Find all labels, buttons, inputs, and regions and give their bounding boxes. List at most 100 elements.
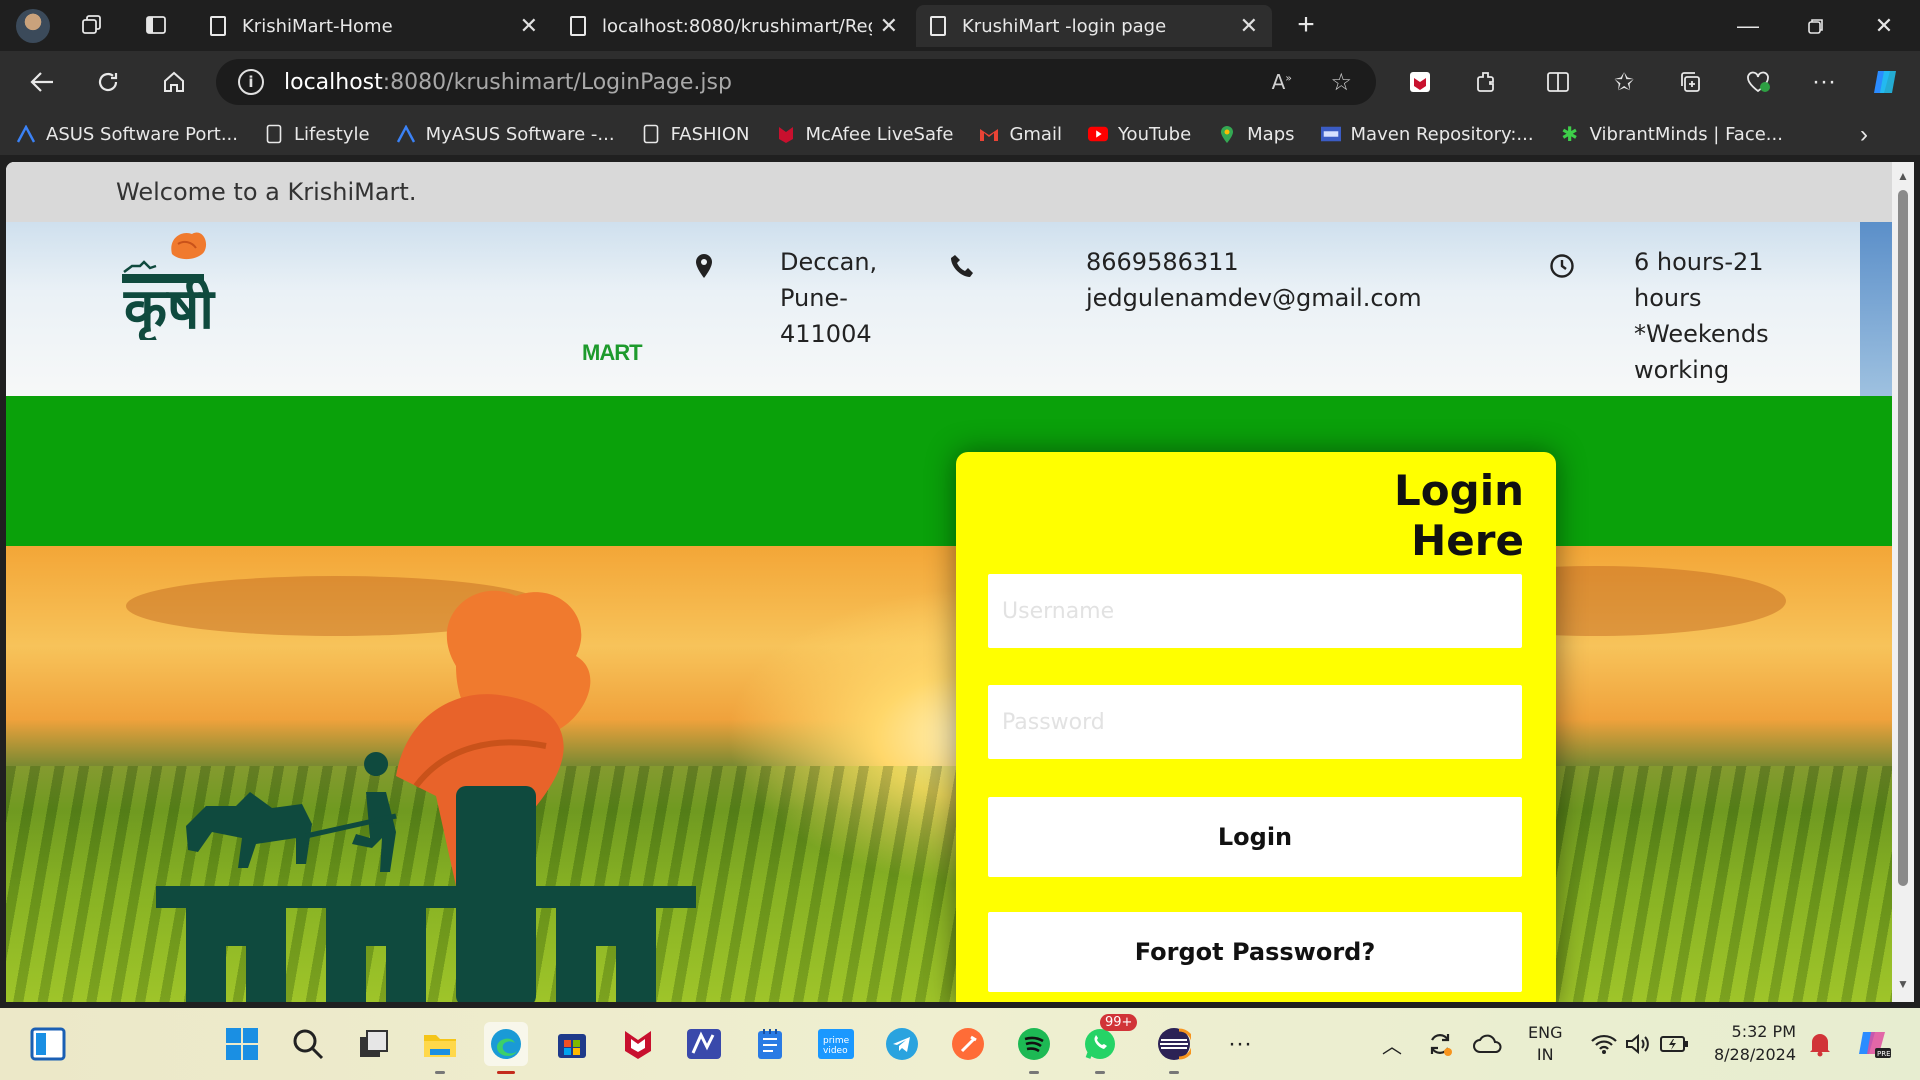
copilot-icon[interactable]: [1866, 62, 1906, 102]
running-indicator: [497, 1071, 515, 1074]
krushi-logo[interactable]: कृषी: [118, 230, 228, 340]
bookmark-lifestyle[interactable]: Lifestyle: [264, 124, 370, 145]
more-bookmarks-chevron-icon[interactable]: ›: [1860, 121, 1868, 149]
sync-icon[interactable]: [1418, 1022, 1462, 1066]
task-view-icon[interactable]: [352, 1022, 396, 1066]
clock-date-text: 8/28/2024: [1713, 1045, 1796, 1064]
battery-icon[interactable]: [1652, 1022, 1696, 1066]
back-icon[interactable]: [22, 62, 62, 102]
page-scrollbar[interactable]: ▲ ▼: [1892, 162, 1914, 1002]
login-heading-line: Here: [1411, 516, 1524, 565]
address-bar[interactable]: i localhost:8080/krushimart/LoginPage.js…: [216, 59, 1376, 105]
username-input[interactable]: [988, 574, 1522, 648]
new-tab-icon[interactable]: +: [1286, 5, 1326, 45]
search-icon[interactable]: [286, 1022, 330, 1066]
tab-actions-icon[interactable]: [136, 5, 176, 45]
favorites-bar: ASUS Software Port... Lifestyle MyASUS S…: [0, 113, 1920, 155]
login-form-card: Login Here Login Forgot Password?: [956, 452, 1556, 1002]
tab-krishimart-home[interactable]: KrishiMart-Home ✕: [196, 5, 552, 47]
spotify-icon[interactable]: [1012, 1022, 1056, 1074]
collections-icon[interactable]: [1670, 62, 1710, 102]
restore-icon[interactable]: [1784, 0, 1848, 51]
gmail-icon: [979, 124, 999, 144]
profile-avatar[interactable]: [16, 8, 50, 43]
bookmark-mcafee-livesafe[interactable]: McAfee LiveSafe: [776, 124, 953, 145]
workspaces-icon[interactable]: [72, 5, 112, 45]
svg-text:PRE: PRE: [1877, 1050, 1891, 1058]
bookmark-fashion[interactable]: FASHION: [641, 124, 750, 145]
onedrive-icon[interactable]: [1466, 1022, 1510, 1066]
start-windows-icon[interactable]: [220, 1022, 264, 1066]
scrollbar-thumb[interactable]: [1898, 190, 1908, 886]
telegram-icon[interactable]: [880, 1022, 924, 1066]
show-hidden-icons-chevron-icon[interactable]: ︿: [1370, 1022, 1414, 1066]
contact-email: jedgulenamdev@gmail.com: [1086, 284, 1422, 312]
copilot-preview-icon[interactable]: PRE: [1852, 1022, 1896, 1066]
split-screen-icon[interactable]: [1538, 62, 1578, 102]
microsoft-store-icon[interactable]: [550, 1022, 594, 1066]
password-input[interactable]: [988, 685, 1522, 759]
close-tab-icon[interactable]: ✕: [880, 14, 898, 39]
bookmark-label: VibrantMinds | Face...: [1589, 123, 1783, 145]
bookmark-asus-software-portal[interactable]: ASUS Software Port...: [16, 124, 238, 145]
settings-more-icon[interactable]: ···: [1804, 62, 1844, 102]
more-apps-icon[interactable]: ···: [1218, 1022, 1262, 1066]
clock-date[interactable]: 5:32 PM 8/28/2024: [1710, 1020, 1796, 1066]
widgets-icon[interactable]: [26, 1022, 70, 1066]
forgot-password-button[interactable]: Forgot Password?: [988, 912, 1522, 992]
favorite-star-icon[interactable]: ☆: [1330, 68, 1352, 96]
hours-line: *Weekends: [1634, 320, 1769, 348]
edge-browser-icon[interactable]: [484, 1022, 528, 1074]
notification-bell-icon[interactable]: [1798, 1022, 1842, 1066]
browser-essentials-icon[interactable]: [1738, 62, 1778, 102]
bookmark-gmail[interactable]: Gmail: [979, 124, 1062, 145]
read-aloud-icon[interactable]: A»: [1272, 70, 1292, 94]
extensions-icon[interactable]: [1466, 62, 1506, 102]
maps-icon: [1217, 124, 1237, 144]
login-button[interactable]: Login: [988, 797, 1522, 877]
prime-video-icon[interactable]: prime video: [814, 1022, 858, 1066]
close-window-icon[interactable]: ✕: [1852, 0, 1916, 51]
bookmark-maven-repository[interactable]: Maven Repository:...: [1320, 124, 1534, 145]
whatsapp-icon[interactable]: 99+: [1078, 1014, 1138, 1074]
tab-login-page[interactable]: KrushiMart -login page ✕: [916, 5, 1272, 47]
bookmark-youtube[interactable]: YouTube: [1087, 124, 1191, 145]
bookmark-label: Gmail: [1009, 123, 1062, 145]
close-tab-icon[interactable]: ✕: [520, 14, 538, 39]
notepad-icon[interactable]: [748, 1022, 792, 1066]
scroll-down-icon[interactable]: ▼: [1896, 978, 1910, 990]
login-heading: Login Here: [1324, 466, 1524, 566]
mathway-icon[interactable]: [682, 1022, 726, 1066]
site-info-icon[interactable]: i: [238, 69, 264, 95]
contact-phone: 8669586311: [1086, 248, 1239, 276]
header-info-bar: कृषी MART Deccan, Pune- 411004 866958631…: [6, 222, 1892, 396]
login-heading-line: Login: [1394, 466, 1524, 515]
bookmark-maps[interactable]: Maps: [1217, 123, 1295, 145]
refresh-icon[interactable]: [88, 62, 128, 102]
mcafee-icon[interactable]: [616, 1022, 660, 1066]
favorites-icon[interactable]: ✩: [1604, 62, 1644, 102]
maven-icon: [1320, 124, 1341, 144]
address-line: Pune-: [780, 284, 848, 312]
eclipse-icon[interactable]: [1152, 1022, 1196, 1074]
scroll-up-icon[interactable]: ▲: [1896, 170, 1910, 182]
home-icon[interactable]: [154, 62, 194, 102]
minimize-icon[interactable]: —: [1716, 0, 1780, 51]
language-line: IN: [1536, 1045, 1554, 1064]
mcafee-extension-icon[interactable]: [1400, 62, 1440, 102]
clock-time: 5:32 PM: [1731, 1022, 1796, 1041]
browser-toolbar: i localhost:8080/krushimart/LoginPage.js…: [0, 51, 1920, 113]
bookmark-label: Maps: [1247, 123, 1295, 145]
language-indicator[interactable]: ENG IN: [1528, 1022, 1562, 1066]
close-tab-icon[interactable]: ✕: [1240, 14, 1258, 39]
file-explorer-icon[interactable]: [418, 1022, 462, 1074]
bookmark-myasus-software[interactable]: MyASUS Software -...: [396, 124, 615, 145]
tab-registration[interactable]: localhost:8080/krushimart/RegNa ✕: [556, 5, 912, 47]
running-indicator: [1095, 1071, 1105, 1074]
bookmark-vibrantminds[interactable]: ✱ VibrantMinds | Face...: [1560, 122, 1783, 146]
tab-title: localhost:8080/krushimart/RegNa: [602, 15, 872, 37]
tab-title: KrishiMart-Home: [242, 15, 393, 37]
welcome-banner: Welcome to a KrishiMart.: [6, 162, 1892, 222]
bookmark-label: ASUS Software Port...: [46, 123, 238, 145]
postman-icon[interactable]: [946, 1022, 990, 1066]
